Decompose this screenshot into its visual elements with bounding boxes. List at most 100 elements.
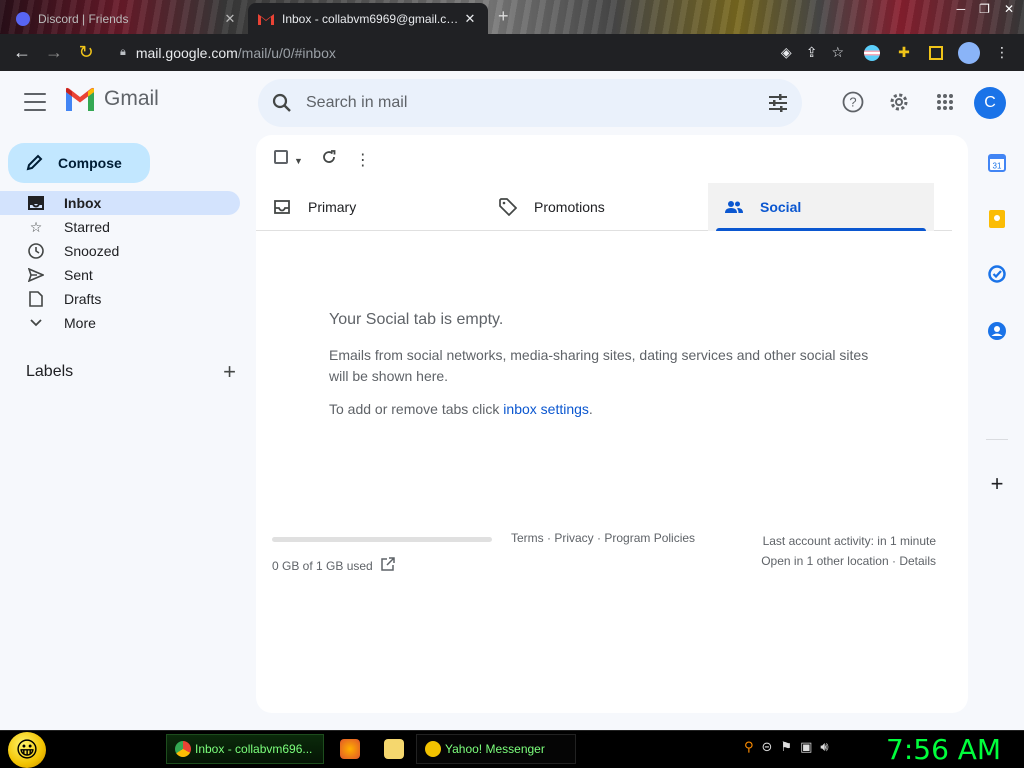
tab-social[interactable]: Social bbox=[708, 183, 934, 231]
monitor-icon[interactable]: ▣ bbox=[800, 739, 812, 755]
nav-label: Drafts bbox=[64, 291, 102, 307]
profile-icon[interactable] bbox=[958, 41, 980, 64]
kebab-menu-icon[interactable]: ⋮ bbox=[992, 43, 1012, 63]
search-tray-icon[interactable]: ⚲ bbox=[744, 739, 754, 755]
policy-links: Terms · Privacy · Program Policies bbox=[511, 531, 696, 545]
browser-tab-inbox[interactable]: Inbox - collabvm6969@gmail.com ✕ bbox=[248, 3, 488, 34]
tab-label: Primary bbox=[308, 199, 357, 215]
nav-label: Inbox bbox=[64, 195, 102, 211]
reload-icon[interactable]: ↻ bbox=[70, 37, 102, 69]
discord-icon bbox=[16, 11, 30, 26]
nav-item-more[interactable]: More bbox=[0, 311, 240, 335]
chrome-icon bbox=[175, 741, 191, 757]
address-bar[interactable]: 🔒︎ mail.google.com/mail/u/0/#inbox ◈ ⇪ ☆ bbox=[112, 38, 850, 67]
close-window-icon[interactable]: ✕ bbox=[1004, 2, 1014, 16]
help-icon[interactable]: ? bbox=[840, 89, 866, 115]
volume-icon[interactable]: 🔊︎ bbox=[820, 739, 828, 755]
apps-grid-icon[interactable] bbox=[932, 89, 958, 115]
nav-item-starred[interactable]: ☆ Starred bbox=[0, 215, 240, 239]
compose-label: Compose bbox=[58, 155, 122, 171]
tab-primary[interactable]: Primary bbox=[272, 183, 492, 231]
account-avatar[interactable]: C bbox=[974, 87, 1006, 119]
folder-icon[interactable] bbox=[384, 739, 404, 759]
start-smiley-icon[interactable]: 😀 bbox=[8, 732, 46, 768]
star-icon: ☆ bbox=[29, 218, 43, 235]
taskbar-button-yahoo[interactable]: Yahoo! Messenger bbox=[416, 734, 576, 764]
gmail-m-icon bbox=[66, 87, 94, 111]
nav-item-drafts[interactable]: Drafts bbox=[0, 287, 240, 311]
gmail-app: Gmail ? C Compose Inbox ☆ bbox=[0, 71, 1024, 768]
close-icon[interactable]: ✕ bbox=[462, 11, 478, 27]
sidebar-icon[interactable] bbox=[926, 43, 946, 63]
close-icon[interactable]: ✕ bbox=[222, 11, 238, 27]
keep-icon[interactable] bbox=[986, 208, 1008, 230]
eye-icon[interactable]: ◈ bbox=[781, 44, 792, 61]
add-addon-icon[interactable]: + bbox=[986, 471, 1008, 496]
svg-text:31: 31 bbox=[993, 162, 1002, 171]
activity-location: Open in 1 other location · Details bbox=[761, 551, 936, 571]
browser-titlebar: Discord | Friends ✕ Inbox - collabvm6969… bbox=[0, 0, 1024, 34]
network-status-icon[interactable]: ⊝ bbox=[762, 739, 773, 755]
calendar-icon[interactable]: 31 bbox=[986, 152, 1008, 174]
labels-header: Labels + bbox=[26, 361, 236, 383]
lock-icon: 🔒︎ bbox=[120, 46, 126, 58]
search-bar[interactable] bbox=[258, 79, 802, 127]
details-link[interactable]: Details bbox=[899, 554, 936, 568]
gmail-logo[interactable]: Gmail bbox=[64, 87, 159, 111]
chevron-down-icon bbox=[26, 313, 46, 333]
nav-item-inbox[interactable]: Inbox bbox=[0, 191, 240, 215]
pencil-icon bbox=[26, 153, 44, 174]
settings-gear-icon[interactable] bbox=[886, 89, 912, 115]
search-options-icon[interactable] bbox=[754, 79, 802, 127]
tasks-icon[interactable] bbox=[986, 263, 1008, 285]
inbox-settings-link[interactable]: inbox settings bbox=[503, 401, 589, 417]
storage-bar bbox=[272, 537, 492, 542]
select-all-checkbox[interactable]: ▼ bbox=[274, 150, 303, 169]
account-activity: Last account activity: in 1 minute Open … bbox=[761, 531, 936, 571]
share-icon[interactable]: ⇪ bbox=[806, 44, 818, 61]
main-menu-icon[interactable] bbox=[24, 93, 46, 111]
nav-item-sent[interactable]: Sent bbox=[0, 263, 240, 287]
side-panel: 31 + › bbox=[968, 135, 1024, 768]
puzzle-icon[interactable]: ✚ bbox=[894, 43, 914, 63]
svg-text:?: ? bbox=[849, 95, 856, 110]
privacy-link[interactable]: Privacy bbox=[554, 531, 593, 545]
bookmark-star-icon[interactable]: ☆ bbox=[831, 44, 844, 61]
tab-promotions[interactable]: Promotions bbox=[498, 183, 708, 231]
search-icon[interactable] bbox=[258, 79, 306, 127]
taskbar-button-label: Inbox - collabvm696... bbox=[195, 742, 313, 756]
tab-title: Discord | Friends bbox=[38, 11, 129, 26]
add-label-icon[interactable]: + bbox=[223, 361, 236, 383]
nav-label: Snoozed bbox=[64, 243, 120, 259]
checkbox-icon bbox=[274, 150, 288, 164]
new-tab-button[interactable]: + bbox=[498, 6, 509, 27]
forward-arrow-icon[interactable]: → bbox=[38, 37, 70, 69]
caret-down-icon[interactable]: ▼ bbox=[294, 156, 303, 166]
back-arrow-icon[interactable]: ← bbox=[6, 37, 38, 69]
flag-extension-icon[interactable] bbox=[862, 43, 882, 63]
taskbar-button-chrome[interactable]: Inbox - collabvm696... bbox=[166, 734, 324, 764]
search-input[interactable] bbox=[306, 94, 754, 112]
taskbar: 😀 Inbox - collabvm696... Yahoo! Messenge… bbox=[0, 730, 1024, 768]
side-panel-divider bbox=[986, 439, 1008, 440]
inbox-icon bbox=[26, 193, 46, 213]
compose-button[interactable]: Compose bbox=[8, 143, 150, 183]
minimize-icon[interactable]: ─ bbox=[957, 2, 966, 16]
browser-tab-discord[interactable]: Discord | Friends ✕ bbox=[6, 3, 248, 34]
empty-settings-text: To add or remove tabs click inbox settin… bbox=[329, 401, 869, 417]
settings-prefix: To add or remove tabs click bbox=[329, 401, 504, 417]
contacts-icon[interactable] bbox=[986, 320, 1008, 342]
taskbar-button-label: Yahoo! Messenger bbox=[445, 742, 545, 756]
program-policies-link[interactable]: Program Policies bbox=[604, 531, 695, 545]
taskbar-clock: 7:56 AM bbox=[886, 733, 1002, 766]
firefox-icon[interactable] bbox=[340, 739, 360, 759]
nav-item-snoozed[interactable]: Snoozed bbox=[0, 239, 240, 263]
open-external-icon[interactable] bbox=[380, 557, 395, 574]
action-center-flag-icon[interactable]: ⚑ bbox=[780, 739, 792, 755]
draft-icon bbox=[26, 289, 46, 309]
refresh-icon[interactable] bbox=[321, 149, 337, 170]
maximize-icon[interactable]: ❐ bbox=[979, 2, 990, 16]
terms-link[interactable]: Terms bbox=[511, 531, 544, 545]
people-icon bbox=[724, 200, 744, 214]
more-options-icon[interactable]: ⋮ bbox=[355, 150, 371, 170]
